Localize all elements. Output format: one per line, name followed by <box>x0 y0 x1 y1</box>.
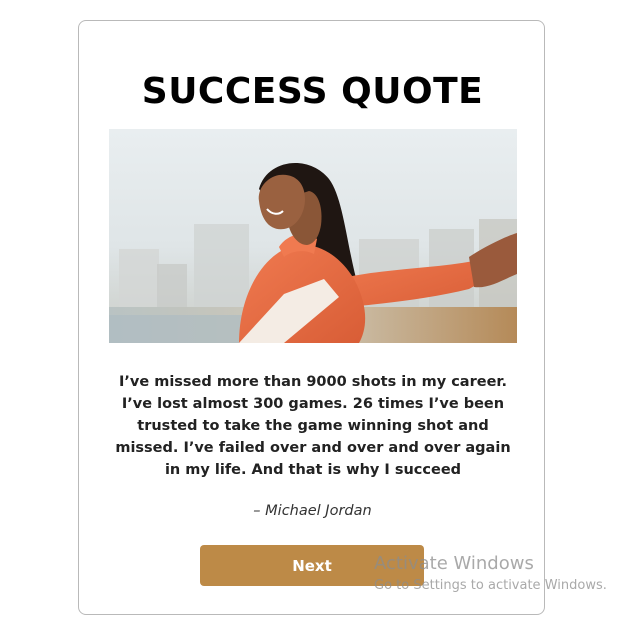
card-title: SUCCESS QUOTE <box>141 71 484 112</box>
quote-author: – Michael Jordan <box>253 503 372 519</box>
quote-photo <box>109 129 517 343</box>
page: SUCCESS QUOTE I’ve missed more than 9000… <box>0 0 637 625</box>
quote-text: I’ve missed more than 9000 shots in my c… <box>115 374 511 478</box>
next-button[interactable]: Next <box>200 545 424 586</box>
quote-card: SUCCESS QUOTE I’ve missed more than 9000… <box>78 20 545 615</box>
